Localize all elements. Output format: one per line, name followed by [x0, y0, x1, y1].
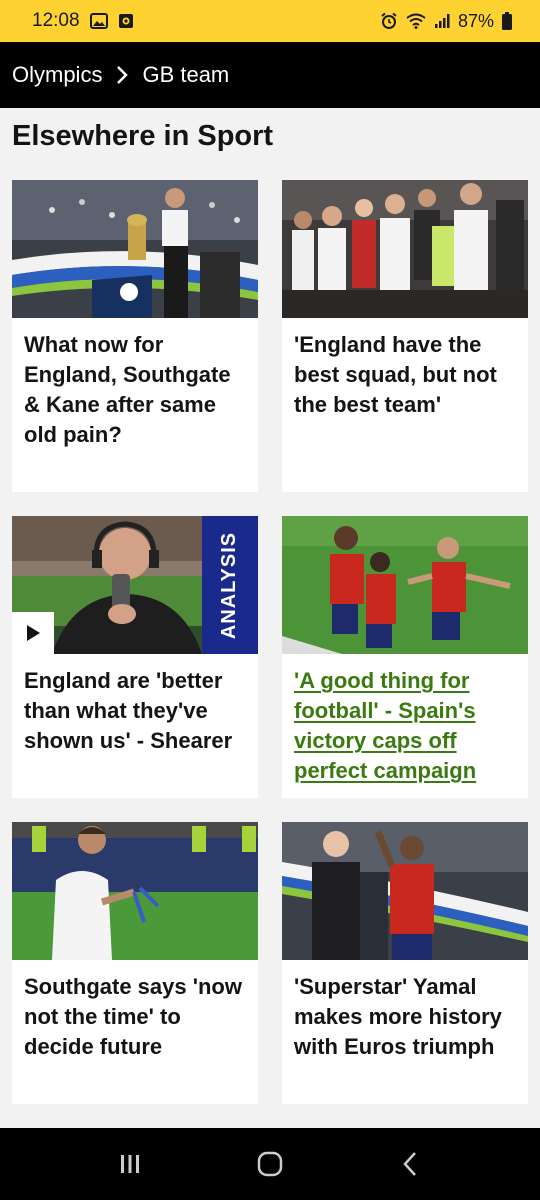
- story-card[interactable]: 'A good thing for football' - Spain's vi…: [282, 516, 528, 798]
- home-icon[interactable]: [240, 1134, 300, 1194]
- back-icon[interactable]: [380, 1134, 440, 1194]
- section-title: Elsewhere in Sport: [12, 120, 274, 152]
- story-card[interactable]: Southgate says 'now not the time' to dec…: [12, 822, 258, 1104]
- main-content: Elsewhere in Sport What now for England,…: [0, 108, 540, 1128]
- alarm-icon: [380, 12, 398, 30]
- recent-apps-icon[interactable]: [100, 1134, 160, 1194]
- story-headline[interactable]: Southgate says 'now not the time' to dec…: [12, 960, 258, 1076]
- story-image: [282, 822, 528, 960]
- wifi-icon: [406, 13, 426, 29]
- story-image: [12, 180, 258, 318]
- screen-record-icon: [118, 13, 134, 29]
- system-navigation: [0, 1128, 540, 1200]
- story-headline[interactable]: 'A good thing for football' - Spain's vi…: [282, 654, 528, 800]
- gallery-icon: [89, 13, 108, 29]
- breadcrumb-gb-team[interactable]: GB team: [142, 62, 229, 88]
- story-card[interactable]: 'England have the best squad, but not th…: [282, 180, 528, 492]
- breadcrumb-olympics[interactable]: Olympics: [12, 62, 102, 88]
- battery-icon: [502, 12, 512, 30]
- story-headline[interactable]: England are 'better than what they've sh…: [12, 654, 258, 770]
- story-image: [282, 180, 528, 318]
- story-image: [12, 822, 258, 960]
- chevron-right-icon: [116, 65, 129, 85]
- breadcrumb: Olympics GB team: [0, 42, 540, 108]
- signal-icon: [434, 13, 450, 29]
- story-headline[interactable]: What now for England, Southgate & Kane a…: [12, 318, 258, 464]
- analysis-tag: ANALYSIS: [202, 516, 258, 654]
- story-card[interactable]: ANALYSIS England are 'better than what t…: [12, 516, 258, 798]
- story-image: ANALYSIS: [12, 516, 258, 654]
- story-headline[interactable]: 'England have the best squad, but not th…: [282, 318, 528, 434]
- story-card[interactable]: What now for England, Southgate & Kane a…: [12, 180, 258, 492]
- status-time: 12:08: [32, 10, 80, 31]
- status-bar: 12:08 87%: [0, 0, 540, 42]
- battery-percent: 87%: [457, 10, 494, 31]
- story-image: [282, 516, 528, 654]
- play-icon[interactable]: [12, 612, 54, 654]
- story-card[interactable]: 'Superstar' Yamal makes more history wit…: [282, 822, 528, 1104]
- story-headline[interactable]: 'Superstar' Yamal makes more history wit…: [282, 960, 528, 1076]
